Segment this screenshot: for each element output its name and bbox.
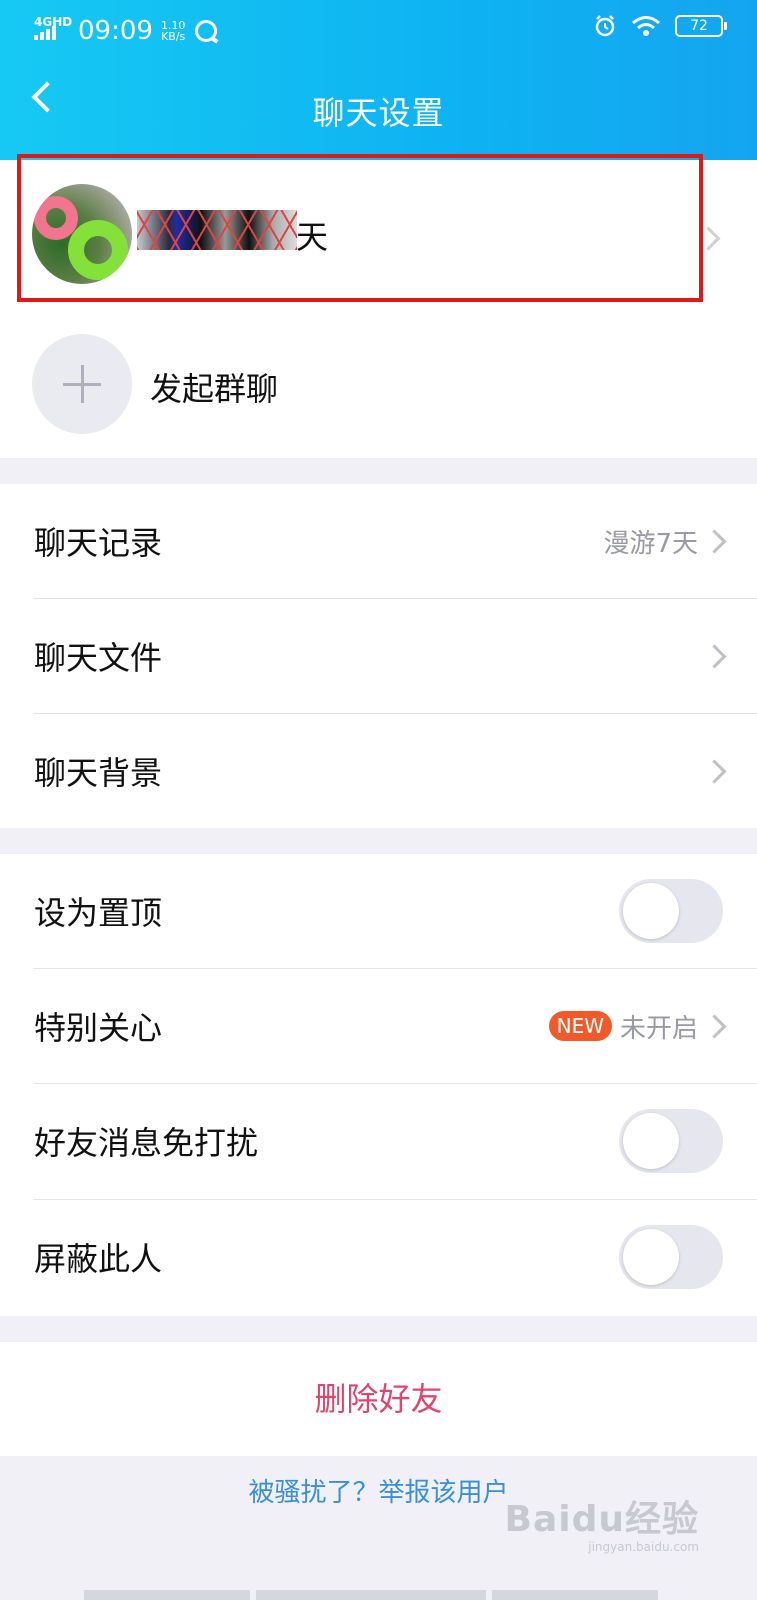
block-user-row: 屏蔽此人 xyxy=(0,1200,757,1314)
pin-to-top-row: 设为置顶 xyxy=(0,854,757,968)
alarm-icon xyxy=(595,15,615,37)
baidu-watermark-url: jingyan.baidu.com xyxy=(588,1540,699,1554)
wifi-icon xyxy=(632,16,660,36)
qq-notification-icon xyxy=(195,20,218,42)
chat-history-row[interactable]: 聊天记录 漫游7天 xyxy=(0,484,757,598)
highlight-box xyxy=(17,154,703,302)
block-user-label: 屏蔽此人 xyxy=(34,1240,163,1278)
do-not-disturb-toggle[interactable] xyxy=(619,1109,723,1173)
bottom-bar xyxy=(492,1590,658,1600)
chat-background-row[interactable]: 聊天背景 xyxy=(0,714,757,828)
baidu-watermark: Baidu经验 xyxy=(504,1499,699,1540)
do-not-disturb-row: 好友消息免打扰 xyxy=(0,1084,757,1198)
signal-icon: 4GHD xyxy=(34,16,72,46)
chat-files-label: 聊天文件 xyxy=(34,639,163,677)
chevron-right-icon xyxy=(702,1013,727,1039)
chat-background-label: 聊天背景 xyxy=(34,754,163,792)
chevron-right-icon xyxy=(702,643,727,669)
chevron-right-icon xyxy=(702,528,727,554)
start-group-chat-row[interactable]: 发起群聊 xyxy=(0,320,757,450)
header-bar: 4GHD 09:09 1.10 KB/s 72 聊天设置 xyxy=(0,0,757,160)
chat-history-value: 漫游7天 xyxy=(603,528,698,559)
status-time: 09:09 xyxy=(78,16,153,46)
settings-section: 设为置顶 特别关心 NEW 未开启 好友消息免打扰 屏蔽此人 xyxy=(0,854,757,1316)
delete-friend-button[interactable]: 删除好友 xyxy=(0,1342,757,1456)
network-speed: 1.10 KB/s xyxy=(160,19,186,43)
bottom-bar xyxy=(84,1590,250,1600)
chat-files-row[interactable]: 聊天文件 xyxy=(0,599,757,713)
bottom-bar xyxy=(256,1590,486,1600)
block-user-toggle[interactable] xyxy=(619,1225,723,1289)
status-bar-left: 4GHD 09:09 1.10 KB/s xyxy=(34,16,218,46)
pin-to-top-toggle[interactable] xyxy=(619,879,723,943)
page-title: 聊天设置 xyxy=(312,94,445,132)
battery-icon: 72 xyxy=(675,15,727,37)
new-badge: NEW xyxy=(548,1011,612,1041)
chevron-right-icon xyxy=(702,758,727,784)
do-not-disturb-label: 好友消息免打扰 xyxy=(34,1124,259,1162)
special-care-value: 未开启 xyxy=(619,1013,698,1044)
special-care-label: 特别关心 xyxy=(34,1009,163,1047)
pin-to-top-label: 设为置顶 xyxy=(34,894,163,932)
chat-section: 聊天记录 漫游7天 聊天文件 聊天背景 xyxy=(0,484,757,828)
plus-icon xyxy=(32,334,132,434)
chat-history-label: 聊天记录 xyxy=(34,524,163,562)
start-group-chat-label: 发起群聊 xyxy=(150,370,279,408)
status-bar-right: 72 xyxy=(593,14,727,38)
special-care-row[interactable]: 特别关心 NEW 未开启 xyxy=(0,969,757,1083)
